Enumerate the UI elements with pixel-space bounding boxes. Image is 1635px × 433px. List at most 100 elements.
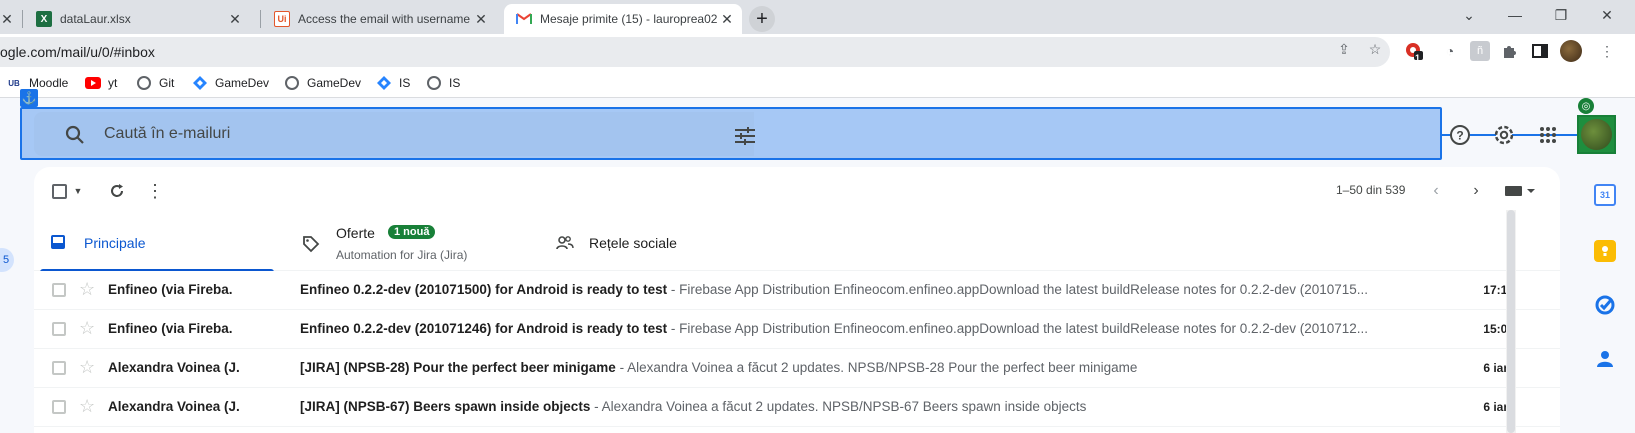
tab-oferte[interactable]: Oferte 1 nouă Automation for Jira (Jira) — [284, 215, 524, 271]
email-row[interactable]: ☆ Enfineo (via Fireba. Enfineo 0.2.2-dev… — [34, 271, 1560, 310]
email-snippet: - Alexandra Voinea a făcut 2 updates. NP… — [615, 360, 1138, 375]
bookmarks-bar: UB Moodle yt Git GameDev GameDev IS IS — [0, 70, 1635, 98]
extension-red-icon[interactable] — [1404, 41, 1424, 61]
tab-partial[interactable]: ✕ — [0, 4, 20, 34]
browser-toolbar: ogle.com/mail/u/0/#inbox ⇪ ☆ — [0, 34, 1635, 70]
email-row[interactable]: ☆ Alexandra Voinea (J. [JIRA] (NPSB-28) … — [34, 349, 1560, 388]
side-panel-icon[interactable] — [1530, 41, 1550, 61]
jira-icon — [192, 75, 208, 91]
tab-excel[interactable]: X dataLaur.xlsx ✕ — [28, 4, 250, 34]
bookmark-gamedev-jira[interactable]: GameDev — [192, 75, 269, 91]
bookmark-is-git[interactable]: IS — [426, 75, 460, 91]
share-icon[interactable]: ⇪ — [1336, 41, 1352, 57]
bookmark-star-icon[interactable]: ☆ — [1367, 41, 1383, 57]
extension-grey-icon[interactable]: ñ — [1470, 41, 1490, 61]
star-icon[interactable]: ☆ — [79, 280, 97, 298]
profile-avatar[interactable] — [1560, 40, 1582, 62]
close-icon[interactable]: ✕ — [226, 10, 244, 28]
select-all-checkbox[interactable] — [52, 184, 67, 199]
contacts-icon[interactable] — [1594, 348, 1616, 370]
row-checkbox[interactable] — [52, 322, 66, 336]
bookmark-is-jira[interactable]: IS — [376, 75, 410, 91]
excel-icon: X — [36, 11, 52, 27]
puzzle-icon[interactable] — [1500, 41, 1520, 61]
avatar[interactable] — [1581, 119, 1612, 150]
tab-search-icon[interactable]: ⌄ — [1446, 0, 1492, 30]
bookmark-label: GameDev — [215, 76, 270, 90]
address-bar[interactable]: ogle.com/mail/u/0/#inbox — [0, 37, 1390, 67]
chevron-down-icon[interactable]: ▼ — [72, 184, 84, 198]
people-icon — [556, 235, 574, 256]
email-subject: [JIRA] (NPSB-28) Pour the perfect beer m… — [300, 360, 616, 375]
tab-label: Principale — [84, 235, 146, 251]
tab-uipath[interactable]: Ui Access the email with username a ✕ — [266, 4, 496, 34]
tasks-icon[interactable] — [1594, 294, 1616, 316]
input-tools-icon[interactable] — [1502, 180, 1540, 202]
email-row[interactable]: ☆ Enfineo (via Fireba. Enfineo 0.2.2-dev… — [34, 310, 1560, 349]
tab-label: Oferte — [336, 225, 375, 241]
prev-page-icon[interactable]: ‹ — [1425, 180, 1447, 202]
anchor-icon: ⚓ — [20, 89, 38, 107]
search-options-icon[interactable] — [734, 127, 756, 145]
url-text[interactable]: ogle.com/mail/u/0/#inbox — [0, 44, 155, 60]
svg-text:?: ? — [1456, 129, 1463, 143]
email-snippet: - Firebase App Distribution Enfineocom.e… — [667, 321, 1369, 336]
email-snippet: - Alexandra Voinea a făcut 2 updates. NP… — [590, 399, 1087, 414]
star-icon[interactable]: ☆ — [79, 397, 97, 415]
email-list: ☆ Enfineo (via Fireba. Enfineo 0.2.2-dev… — [34, 271, 1560, 427]
performance-icon[interactable]: ◔ — [1440, 41, 1460, 61]
tab-title: dataLaur.xlsx — [60, 12, 131, 26]
next-page-icon[interactable]: › — [1465, 180, 1487, 202]
close-icon[interactable]: ✕ — [472, 10, 490, 28]
youtube-icon — [85, 75, 101, 91]
tab-retele-sociale[interactable]: Rețele sociale — [534, 215, 774, 271]
calendar-icon[interactable]: 31 — [1594, 184, 1616, 206]
search-input[interactable] — [102, 120, 662, 148]
tab-title: Mesaje primite (15) - lauroprea02 — [540, 12, 718, 26]
search-icon[interactable] — [64, 124, 86, 146]
bookmark-git[interactable]: Git — [136, 75, 174, 91]
scrollbar[interactable] — [1506, 210, 1516, 433]
category-tabs: Principale Oferte 1 nouă Automation for … — [34, 215, 1560, 272]
close-icon[interactable]: ✕ — [718, 10, 736, 28]
row-checkbox[interactable] — [52, 400, 66, 414]
refresh-icon[interactable] — [106, 180, 128, 202]
tab-principale[interactable]: Principale — [34, 215, 274, 272]
star-icon[interactable]: ☆ — [79, 319, 97, 337]
keep-icon[interactable] — [1594, 240, 1616, 262]
settings-gear-icon[interactable] — [1491, 122, 1517, 148]
browser-tab-strip: ✕ X dataLaur.xlsx ✕ Ui Access the email … — [0, 0, 1635, 34]
email-row[interactable]: ☆ Alexandra Voinea (J. [JIRA] (NPSB-67) … — [34, 388, 1560, 427]
email-subject: Enfineo 0.2.2-dev (201071500) for Androi… — [300, 282, 668, 297]
star-icon[interactable]: ☆ — [79, 358, 97, 376]
scrollbar-thumb[interactable] — [1507, 210, 1515, 433]
extension-badge: 1 — [1415, 53, 1421, 63]
bookmark-gamedev-git[interactable]: GameDev — [284, 75, 361, 91]
email-preview: [JIRA] (NPSB-28) Pour the perfect beer m… — [300, 360, 1380, 375]
new-tab-button[interactable]: + — [749, 6, 775, 32]
google-apps-icon[interactable] — [1535, 122, 1561, 148]
tab-gmail[interactable]: Mesaje primite (15) - lauroprea02 ✕ — [504, 4, 742, 34]
search-field[interactable] — [34, 112, 756, 156]
email-subject: Enfineo 0.2.2-dev (201071246) for Androi… — [300, 321, 668, 336]
account-avatar-highlight[interactable] — [1577, 115, 1616, 154]
email-preview: Enfineo 0.2.2-dev (201071246) for Androi… — [300, 321, 1380, 336]
minimize-icon[interactable]: — — [1492, 0, 1538, 30]
window-close-icon[interactable]: ✕ — [1584, 0, 1630, 30]
help-icon[interactable]: ? — [1447, 122, 1473, 148]
tab-separator — [22, 10, 23, 28]
jira-icon — [376, 75, 392, 91]
more-options-icon[interactable]: ⋮ — [144, 180, 166, 202]
bookmark-label: IS — [399, 76, 411, 90]
menu-icon[interactable]: ⋮ — [1597, 41, 1617, 61]
restore-icon[interactable]: ❐ — [1538, 0, 1584, 30]
github-icon — [284, 75, 300, 91]
bookmark-label: yt — [108, 76, 118, 90]
email-sender: Alexandra Voinea (J. — [108, 360, 240, 375]
bookmark-yt[interactable]: yt — [85, 75, 117, 91]
close-icon[interactable]: ✕ — [0, 10, 16, 28]
email-subject: [JIRA] (NPSB-67) Beers spawn inside obje… — [300, 399, 591, 414]
action-toolbar: ▼ ⋮ 1–50 din 539 ‹ › — [34, 167, 1560, 215]
row-checkbox[interactable] — [52, 361, 66, 375]
row-checkbox[interactable] — [52, 283, 66, 297]
